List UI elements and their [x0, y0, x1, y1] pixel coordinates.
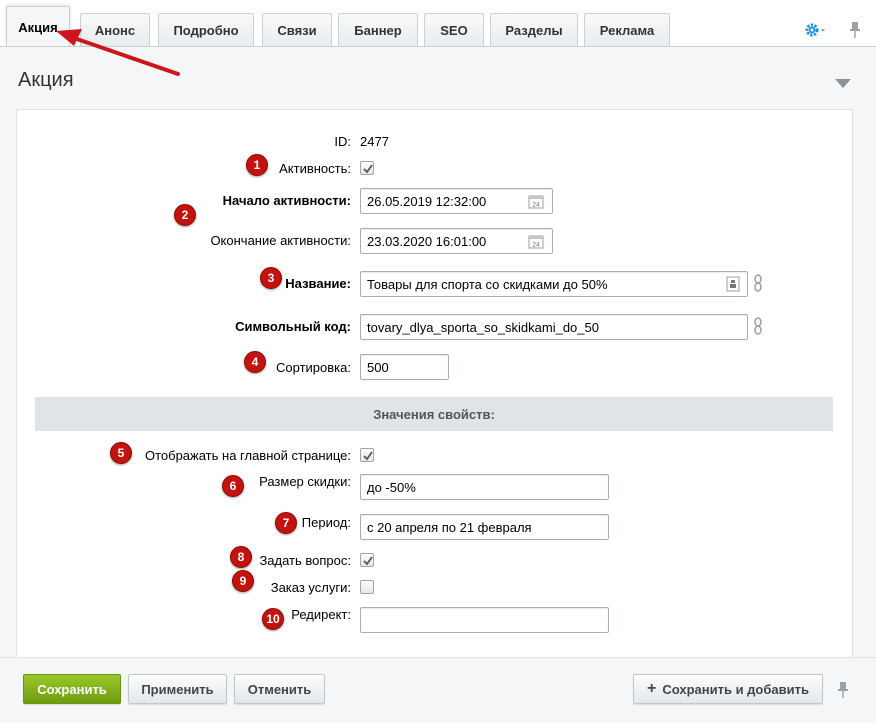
collapse-arrow-icon[interactable] [835, 77, 851, 88]
code-input[interactable]: tovary_dlya_sporta_so_skidkami_do_50 [360, 314, 748, 340]
discount-value: до -50% [367, 479, 416, 495]
badge-7: 7 [275, 512, 297, 534]
badge-6: 6 [222, 475, 244, 497]
period-value: с 20 апреля по 21 февраля [367, 519, 532, 535]
tab-label: SEO [440, 23, 468, 38]
code-value: tovary_dlya_sporta_so_skidkami_do_50 [367, 319, 599, 335]
save-and-add-label: Сохранить и добавить [662, 681, 809, 697]
sort-input[interactable]: 500 [360, 354, 449, 380]
properties-section-header: Значения свойств: [35, 397, 833, 431]
order-label: Заказ услуги: [270, 580, 351, 595]
end-date-value: 23.03.2020 16:01:00 [367, 233, 487, 249]
footer-toolbar: Сохранить Применить Отменить + Сохранить… [0, 657, 876, 723]
tab-label: Подробно [173, 23, 239, 38]
tab-label: Баннер [354, 23, 402, 38]
show-main-label: Отображать на главной странице: [144, 448, 351, 463]
plus-icon: + [647, 680, 657, 697]
redirect-label: Редирект: [291, 607, 351, 622]
apply-button[interactable]: Применить [128, 674, 227, 704]
tab-seo[interactable]: SEO [424, 13, 484, 47]
calendar-icon[interactable]: 24 [528, 193, 544, 209]
id-label: ID: [334, 134, 351, 149]
order-checkbox[interactable] [360, 580, 374, 594]
period-input[interactable]: с 20 апреля по 21 февраля [360, 514, 609, 540]
discount-label: Размер скидки: [259, 474, 351, 489]
badge-8: 8 [230, 546, 252, 568]
badge-4: 4 [244, 351, 266, 373]
link-chain-icon[interactable] [753, 316, 763, 336]
tab-podrobno[interactable]: Подробно [158, 13, 254, 47]
show-main-checkbox[interactable] [360, 448, 374, 462]
tab-label: Разделы [505, 23, 563, 38]
ask-label: Задать вопрос: [259, 553, 351, 568]
tab-banner[interactable]: Баннер [338, 13, 418, 47]
start-label: Начало активности: [222, 193, 351, 208]
start-date-input[interactable]: 26.05.2019 12:32:00 [360, 188, 553, 214]
section-title: Значения свойств: [373, 406, 495, 422]
tab-akciya[interactable]: Акция [6, 6, 70, 47]
sort-value: 500 [367, 359, 389, 375]
end-date-input[interactable]: 23.03.2020 16:01:00 [360, 228, 553, 254]
pin-icon[interactable] [848, 20, 862, 40]
tab-anons[interactable]: Анонс [80, 13, 150, 47]
pin-icon[interactable] [836, 680, 850, 700]
badge-2: 2 [174, 204, 196, 226]
redirect-input[interactable] [360, 607, 609, 633]
badge-10: 10 [262, 608, 284, 630]
tab-bar: Акция Анонс Подробно Связи Баннер SEO Ра… [0, 0, 876, 47]
settings-gear-icon[interactable] [804, 20, 826, 40]
start-date-value: 26.05.2019 12:32:00 [367, 193, 487, 209]
name-input[interactable]: Товары для спорта со скидками до 50% [360, 271, 748, 297]
svg-text:24: 24 [532, 242, 540, 249]
tab-reklama[interactable]: Реклама [584, 13, 670, 47]
main-panel: Акция ID: 2477 Активность: Начало активн… [0, 46, 876, 659]
sort-label: Сортировка: [276, 360, 351, 375]
badge-3: 3 [260, 267, 282, 289]
translit-icon[interactable] [726, 276, 742, 292]
panel-title: Акция [18, 69, 74, 91]
svg-text:24: 24 [532, 202, 540, 209]
discount-input[interactable]: до -50% [360, 474, 609, 500]
tab-label: Реклама [599, 23, 655, 38]
form-area: ID: 2477 Активность: Начало активности: … [16, 109, 853, 659]
name-label: Название: [285, 276, 351, 291]
badge-9: 9 [232, 570, 254, 592]
tab-label: Анонс [94, 23, 136, 38]
cancel-button[interactable]: Отменить [234, 674, 325, 704]
code-label: Символьный код: [235, 319, 351, 334]
tab-label: Связи [277, 23, 317, 38]
tab-svyazi[interactable]: Связи [262, 13, 332, 47]
ask-checkbox[interactable] [360, 553, 374, 567]
tab-razdely[interactable]: Разделы [490, 13, 578, 47]
tab-label: Акция [18, 19, 58, 35]
calendar-icon[interactable]: 24 [528, 233, 544, 249]
save-and-add-button[interactable]: + Сохранить и добавить [633, 674, 823, 704]
save-button[interactable]: Сохранить [23, 674, 121, 704]
active-checkbox[interactable] [360, 161, 374, 175]
id-value: 2477 [360, 134, 389, 149]
badge-5: 5 [110, 442, 132, 464]
name-value: Товары для спорта со скидками до 50% [367, 276, 608, 292]
badge-1: 1 [246, 154, 268, 176]
end-label: Окончание активности: [210, 233, 351, 248]
link-chain-icon[interactable] [753, 273, 763, 293]
